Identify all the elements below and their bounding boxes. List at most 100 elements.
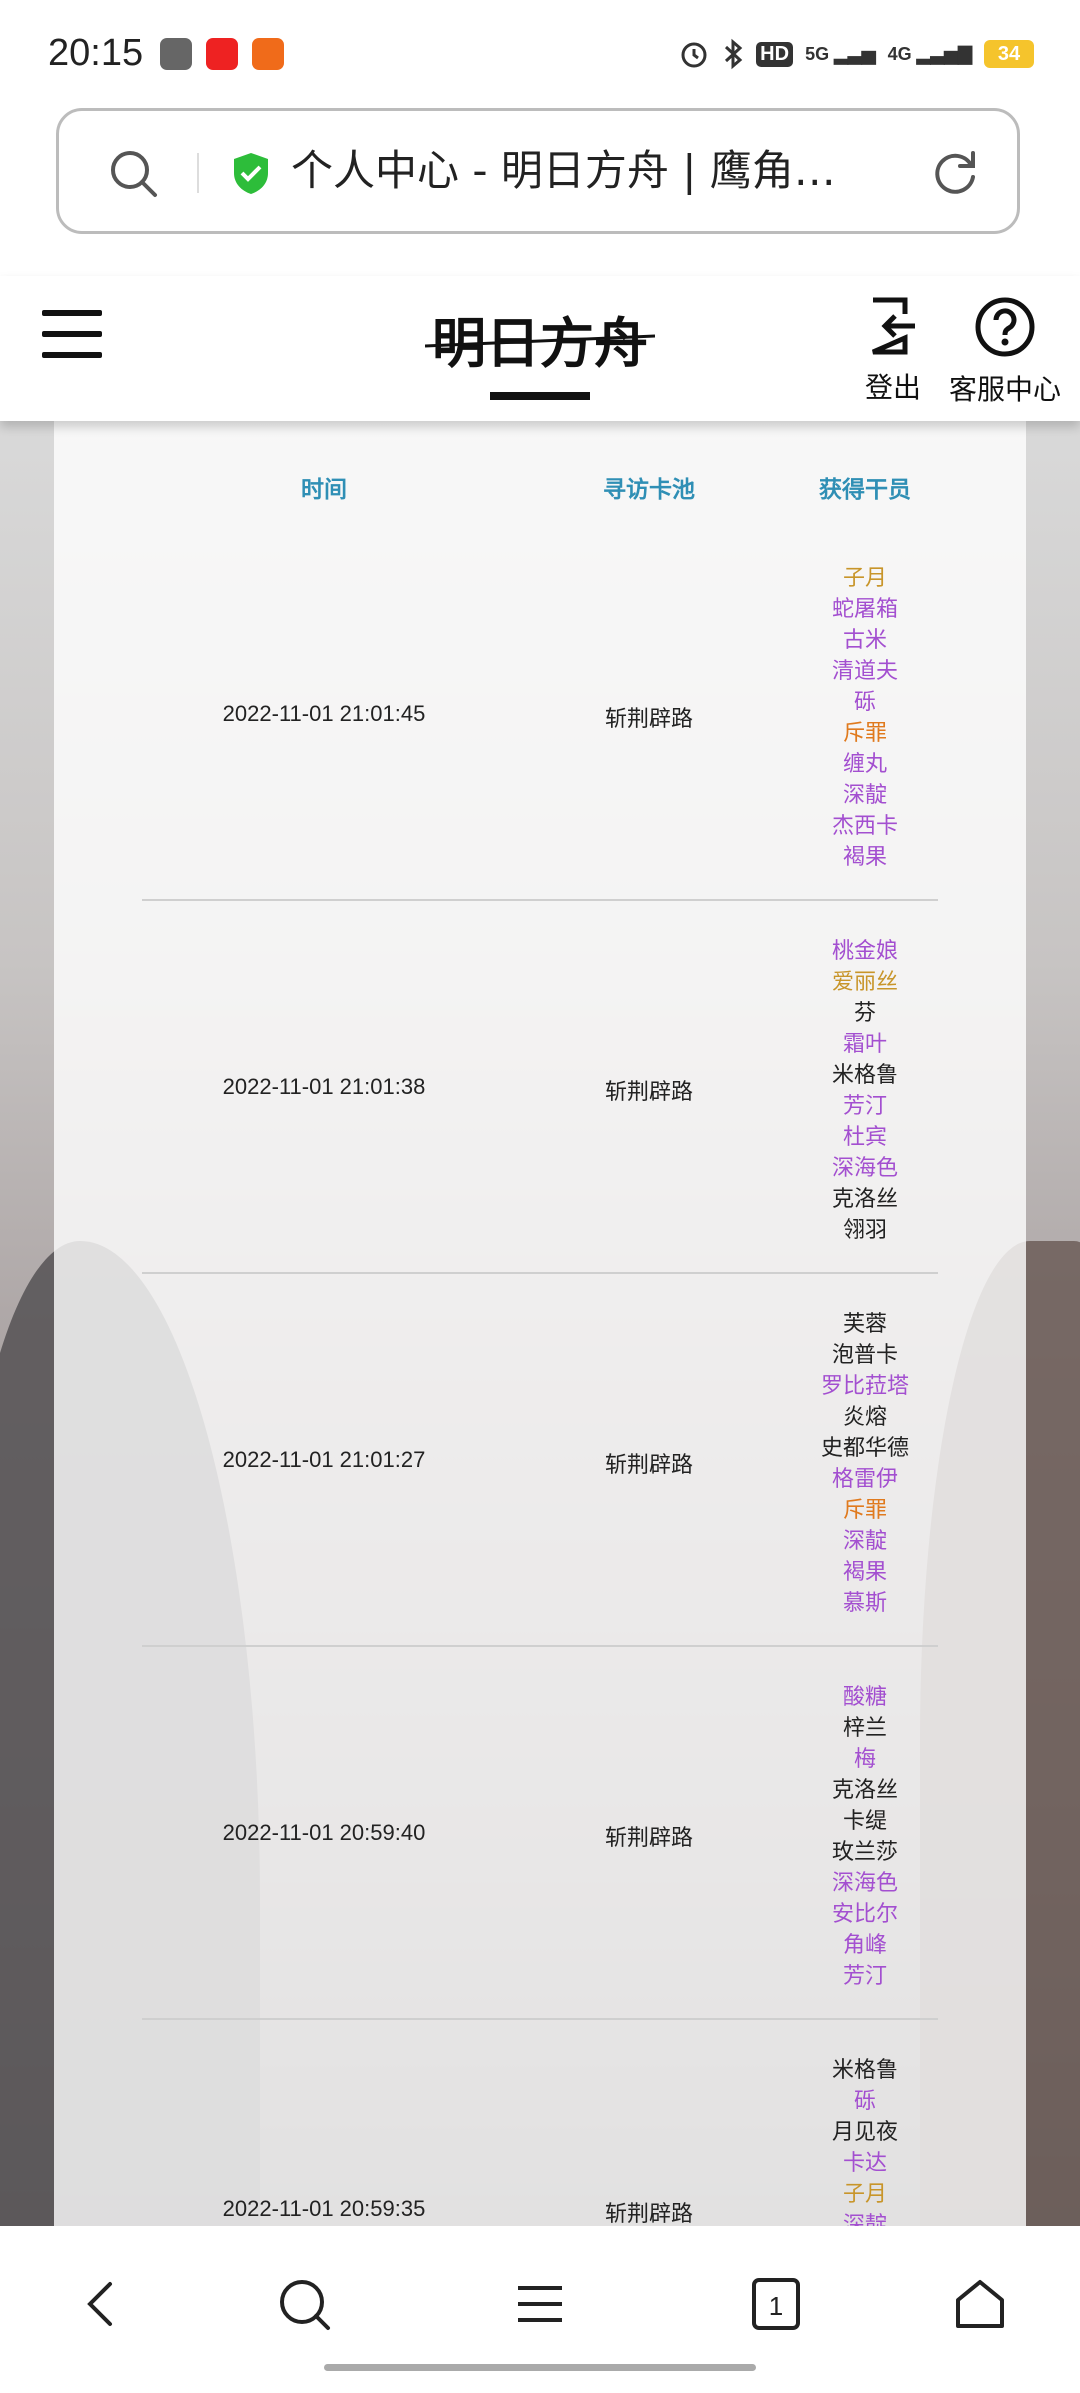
- operator-name: 安比尔: [831, 1902, 898, 1927]
- operator-name: 砾: [853, 2089, 876, 2114]
- column-header-operators: 获得干员: [819, 477, 911, 503]
- operator-name: 缠丸: [842, 752, 887, 777]
- table-row: 2022-11-01 20:59:40 斩荆辟路 酸糖梓兰梅克洛丝卡缇玫兰莎深海色安…: [142, 1647, 938, 2020]
- operator-name: 翎羽: [842, 1218, 887, 1243]
- hd-badge: HD: [756, 41, 794, 67]
- operator-name: 史都华德: [820, 1436, 909, 1461]
- row-time: 2022-11-01 21:01:27: [222, 1446, 426, 1472]
- pdd-app-icon: [206, 38, 238, 70]
- operator-name: 酸糖: [842, 1685, 887, 1710]
- operator-name: 清道夫: [831, 659, 898, 684]
- status-indicators: HD 5G ▂▃▅ 4G ▂▃▅▇ 34: [678, 38, 1034, 70]
- operator-name: 芳汀: [842, 1094, 887, 1119]
- sim1-signal: 5G ▂▃▅: [805, 44, 876, 64]
- operator-name: 克洛丝: [831, 1187, 898, 1212]
- menu-icon[interactable]: [510, 2274, 570, 2334]
- sim2-label: 4G: [887, 44, 912, 64]
- operator-name: 霜叶: [842, 1032, 887, 1057]
- operator-name: 卡达: [842, 2151, 887, 2176]
- alarm-icon: [681, 42, 707, 68]
- column-header-pool: 寻访卡池: [603, 477, 695, 503]
- row-pool: 斩荆辟路: [604, 1452, 693, 1478]
- sim2-signal: 4G ▂▃▅▇: [887, 44, 972, 64]
- sim1-label: 5G: [805, 44, 830, 64]
- operator-name: 角峰: [842, 1933, 887, 1958]
- secure-shield-icon: [234, 153, 268, 194]
- address-bar[interactable]: 个人中心 - 明日方舟 | 鹰角…: [56, 108, 1020, 234]
- operator-name: 罗比菈塔: [820, 1374, 909, 1399]
- operator-name: 梓兰: [842, 1716, 887, 1741]
- row-pool: 斩荆辟路: [604, 1825, 693, 1851]
- row-time: 2022-11-01 21:01:38: [222, 1073, 426, 1099]
- help-icon: [975, 297, 1035, 357]
- taobao-app-icon: [252, 38, 284, 70]
- home-icon[interactable]: [950, 2274, 1010, 2334]
- tabs-icon[interactable]: 1: [746, 2274, 806, 2334]
- operator-name: 格雷伊: [831, 1467, 898, 1492]
- site-header: 明日方舟 登出 客服中心: [0, 276, 1080, 421]
- operator-name: 芙蓉: [842, 1312, 887, 1337]
- operator-name: 炎熔: [842, 1405, 887, 1430]
- operator-name: 深海色: [831, 1871, 898, 1896]
- operator-name: 斥罪: [842, 1498, 887, 1523]
- hamburger-menu-icon[interactable]: [42, 310, 102, 360]
- notification-icons: [160, 38, 284, 70]
- operator-name: 深海色: [831, 1156, 898, 1181]
- operator-name: 克洛丝: [831, 1778, 898, 1803]
- operator-name: 米格鲁: [831, 1063, 898, 1088]
- operator-name: 慕斯: [842, 1591, 887, 1616]
- operator-name: 蛇屠箱: [831, 597, 898, 622]
- row-operators: 子月蛇屠箱古米清道夫砾斥罪缠丸深靛杰西卡褐果: [792, 563, 938, 873]
- search-icon[interactable]: [274, 2274, 334, 2334]
- customer-service-button[interactable]: 客服中心: [945, 296, 1065, 408]
- operator-name: 芳汀: [842, 1964, 887, 1989]
- browser-bottom-bar: 1: [0, 2226, 1080, 2376]
- operator-name: 杰西卡: [831, 814, 898, 839]
- row-time: 2022-11-01 20:59:40: [222, 1819, 426, 1845]
- operator-name: 古米: [842, 628, 887, 653]
- address-divider: [197, 153, 199, 193]
- operator-name: 砾: [853, 690, 876, 715]
- row-pool: 斩荆辟路: [604, 1079, 693, 1105]
- operator-name: 子月: [842, 566, 887, 591]
- svg-text:1: 1: [769, 2291, 783, 2321]
- column-header-time: 时间: [301, 477, 347, 503]
- operator-name: 深靛: [842, 1529, 887, 1554]
- back-icon[interactable]: [72, 2274, 132, 2334]
- operator-name: 杜宾: [842, 1125, 887, 1150]
- operator-name: 米格鲁: [831, 2058, 898, 2083]
- row-operators: 米格鲁砾月见夜卡达子月深靛: [792, 2055, 938, 2241]
- status-time: 20:15: [48, 32, 144, 74]
- operator-name: 芬: [853, 1001, 876, 1026]
- status-bar: 20:15 HD 5G ▂▃▅ 4G ▂▃▅▇ 34: [0, 0, 1080, 100]
- game-app-icon: [160, 38, 192, 70]
- arknights-logo[interactable]: 明日方舟: [425, 296, 655, 404]
- logout-icon: [871, 297, 915, 355]
- operator-name: 卡缇: [842, 1809, 887, 1834]
- table-row: 2022-11-01 21:01:38 斩荆辟路 桃金娘 爱丽丝芬霜叶 米格鲁 芳汀 杜宾深…: [142, 901, 938, 1274]
- reload-icon[interactable]: [927, 145, 983, 201]
- logout-button[interactable]: 登出: [858, 296, 928, 406]
- table-row: 2022-11-01 21:01:27 斩荆辟路 芙蓉泡普卡罗比菈塔炎熔史都华德格雷…: [142, 1274, 938, 1647]
- operator-name: 玫兰莎: [831, 1840, 898, 1865]
- row-pool: 斩荆辟路: [604, 706, 693, 732]
- help-label: 客服中心: [948, 373, 1061, 406]
- logout-label: 登出: [864, 371, 921, 404]
- table-row: 2022-11-01 21:01:45 斩荆辟路 子月蛇屠箱古米清道夫砾斥罪缠丸深靛…: [142, 528, 938, 901]
- page-title-url[interactable]: 个人中心 - 明日方舟 | 鹰角…: [291, 141, 931, 201]
- operator-name: 月见夜: [831, 2120, 898, 2145]
- operator-name: 斥罪: [842, 721, 887, 746]
- battery-indicator: 34: [984, 40, 1034, 68]
- row-operators: 芙蓉泡普卡罗比菈塔炎熔史都华德格雷伊斥罪深靛褐果慕斯: [792, 1309, 938, 1619]
- operator-name: 深靛: [842, 783, 887, 808]
- operator-name: 爱丽丝: [831, 970, 898, 995]
- operator-name: 褐果: [842, 1560, 887, 1585]
- operator-name: 褐果: [842, 845, 887, 870]
- home-indicator[interactable]: [324, 2364, 756, 2371]
- operator-name: 泡普卡: [831, 1343, 898, 1368]
- operator-name: 梅: [853, 1747, 876, 1772]
- row-time: 2022-11-01 20:59:35: [222, 2196, 426, 2221]
- search-icon[interactable]: [105, 145, 161, 201]
- operator-name: 子月: [842, 2182, 887, 2207]
- row-time: 2022-11-01 21:01:45: [222, 700, 426, 726]
